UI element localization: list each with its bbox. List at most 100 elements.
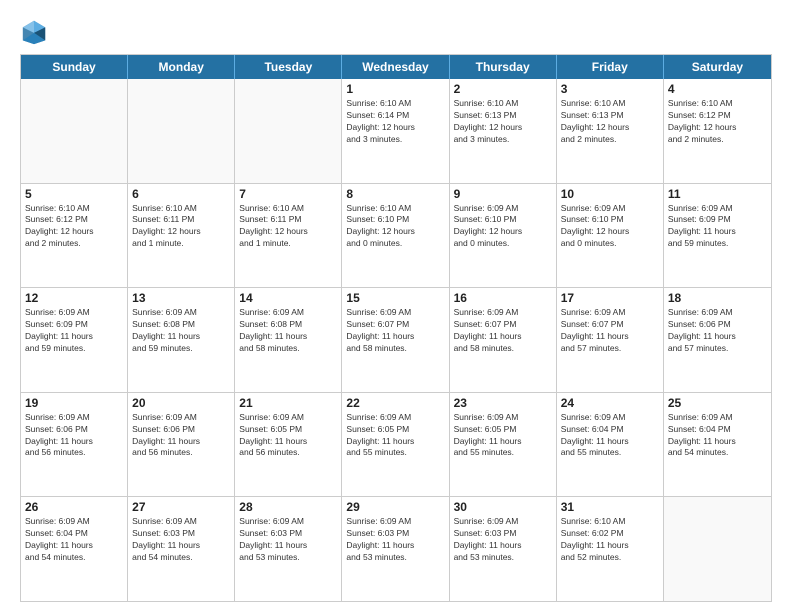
day-cell-21: 21Sunrise: 6:09 AM Sunset: 6:05 PM Dayli… [235, 393, 342, 497]
logo-icon [20, 18, 48, 46]
day-cell-19: 19 Sunrise: 6:09 AM Sunset: 6:06 PM Dayli… [21, 393, 128, 497]
weekday-header-friday: Friday [557, 55, 664, 79]
day-cell-16: 16 Sunrise: 6:09 AM Sunset: 6:07 PM Dayli… [450, 288, 557, 392]
day-number: 5 [25, 187, 123, 201]
day-number: 28 [239, 500, 337, 514]
day-cell-empty-0-2 [235, 79, 342, 183]
day-info: Sunrise: 6:09 AM Sunset: 6:05 PM Dayligh… [239, 412, 337, 460]
logo [20, 18, 52, 46]
day-cell-23: 23 Sunrise: 6:09 AM Sunset: 6:05 PM Dayli… [450, 393, 557, 497]
day-cell-29: 29 Sunrise: 6:09 AM Sunset: 6:03 PM Dayli… [342, 497, 449, 601]
week-row-4: 26 Sunrise: 6:09 AM Sunset: 6:04 PM Dayli… [21, 496, 771, 601]
day-number: 15 [346, 291, 444, 305]
weekday-header-tuesday: Tuesday [235, 55, 342, 79]
day-info: Sunrise: 6:09 AM Sunset: 6:06 PM Dayligh… [25, 412, 123, 460]
header [20, 18, 772, 46]
day-cell-17: 17 Sunrise: 6:09 AM Sunset: 6:07 PM Dayli… [557, 288, 664, 392]
day-info: Sunrise: 6:10 AM Sunset: 6:13 PM Dayligh… [454, 98, 552, 146]
day-info: Sunrise: 6:09 AM Sunset: 6:08 PM Dayligh… [132, 307, 230, 355]
day-number: 31 [561, 500, 659, 514]
day-number: 4 [668, 82, 767, 96]
week-row-2: 12 Sunrise: 6:09 AM Sunset: 6:09 PM Dayli… [21, 287, 771, 392]
weekday-header-wednesday: Wednesday [342, 55, 449, 79]
day-number: 25 [668, 396, 767, 410]
weekday-header-thursday: Thursday [450, 55, 557, 79]
day-info: Sunrise: 6:10 AM Sunset: 6:11 PM Dayligh… [239, 203, 337, 251]
day-cell-31: 31 Sunrise: 6:10 AM Sunset: 6:02 PM Dayli… [557, 497, 664, 601]
day-cell-4: 4 Sunrise: 6:10 AM Sunset: 6:12 PM Daylig… [664, 79, 771, 183]
day-number: 26 [25, 500, 123, 514]
day-info: Sunrise: 6:09 AM Sunset: 6:03 PM Dayligh… [239, 516, 337, 564]
weekday-header-monday: Monday [128, 55, 235, 79]
week-row-0: 1 Sunrise: 6:10 AM Sunset: 6:14 PM Daylig… [21, 79, 771, 183]
day-cell-11: 11 Sunrise: 6:09 AM Sunset: 6:09 PM Dayli… [664, 184, 771, 288]
day-number: 19 [25, 396, 123, 410]
day-info: Sunrise: 6:09 AM Sunset: 6:03 PM Dayligh… [132, 516, 230, 564]
day-info: Sunrise: 6:09 AM Sunset: 6:04 PM Dayligh… [668, 412, 767, 460]
calendar-body: 1 Sunrise: 6:10 AM Sunset: 6:14 PM Daylig… [21, 79, 771, 601]
day-number: 1 [346, 82, 444, 96]
day-info: Sunrise: 6:09 AM Sunset: 6:07 PM Dayligh… [561, 307, 659, 355]
day-cell-25: 25 Sunrise: 6:09 AM Sunset: 6:04 PM Dayli… [664, 393, 771, 497]
day-info: Sunrise: 6:10 AM Sunset: 6:02 PM Dayligh… [561, 516, 659, 564]
day-number: 11 [668, 187, 767, 201]
day-info: Sunrise: 6:09 AM Sunset: 6:06 PM Dayligh… [668, 307, 767, 355]
day-info: Sunrise: 6:09 AM Sunset: 6:09 PM Dayligh… [25, 307, 123, 355]
day-cell-5: 5 Sunrise: 6:10 AM Sunset: 6:12 PM Daylig… [21, 184, 128, 288]
day-info: Sunrise: 6:09 AM Sunset: 6:04 PM Dayligh… [561, 412, 659, 460]
day-cell-26: 26 Sunrise: 6:09 AM Sunset: 6:04 PM Dayli… [21, 497, 128, 601]
day-cell-1: 1 Sunrise: 6:10 AM Sunset: 6:14 PM Daylig… [342, 79, 449, 183]
day-cell-8: 8Sunrise: 6:10 AM Sunset: 6:10 PM Daylig… [342, 184, 449, 288]
day-info: Sunrise: 6:09 AM Sunset: 6:07 PM Dayligh… [454, 307, 552, 355]
calendar-header: SundayMondayTuesdayWednesdayThursdayFrid… [21, 55, 771, 79]
day-number: 13 [132, 291, 230, 305]
day-info: Sunrise: 6:09 AM Sunset: 6:03 PM Dayligh… [454, 516, 552, 564]
day-info: Sunrise: 6:09 AM Sunset: 6:05 PM Dayligh… [346, 412, 444, 460]
day-info: Sunrise: 6:09 AM Sunset: 6:03 PM Dayligh… [346, 516, 444, 564]
day-number: 27 [132, 500, 230, 514]
day-cell-18: 18 Sunrise: 6:09 AM Sunset: 6:06 PM Dayli… [664, 288, 771, 392]
day-number: 12 [25, 291, 123, 305]
day-cell-empty-0-0 [21, 79, 128, 183]
day-cell-6: 6 Sunrise: 6:10 AM Sunset: 6:11 PM Daylig… [128, 184, 235, 288]
day-number: 10 [561, 187, 659, 201]
day-cell-12: 12 Sunrise: 6:09 AM Sunset: 6:09 PM Dayli… [21, 288, 128, 392]
week-row-1: 5 Sunrise: 6:10 AM Sunset: 6:12 PM Daylig… [21, 183, 771, 288]
day-number: 14 [239, 291, 337, 305]
day-info: Sunrise: 6:10 AM Sunset: 6:12 PM Dayligh… [25, 203, 123, 251]
day-cell-empty-0-1 [128, 79, 235, 183]
day-info: Sunrise: 6:10 AM Sunset: 6:12 PM Dayligh… [668, 98, 767, 146]
day-number: 24 [561, 396, 659, 410]
day-cell-9: 9Sunrise: 6:09 AM Sunset: 6:10 PM Daylig… [450, 184, 557, 288]
day-info: Sunrise: 6:10 AM Sunset: 6:11 PM Dayligh… [132, 203, 230, 251]
day-cell-27: 27 Sunrise: 6:09 AM Sunset: 6:03 PM Dayli… [128, 497, 235, 601]
day-number: 3 [561, 82, 659, 96]
day-cell-7: 7 Sunrise: 6:10 AM Sunset: 6:11 PM Daylig… [235, 184, 342, 288]
day-info: Sunrise: 6:09 AM Sunset: 6:10 PM Dayligh… [454, 203, 552, 251]
day-info: Sunrise: 6:10 AM Sunset: 6:14 PM Dayligh… [346, 98, 444, 146]
day-info: Sunrise: 6:09 AM Sunset: 6:09 PM Dayligh… [668, 203, 767, 251]
page: SundayMondayTuesdayWednesdayThursdayFrid… [0, 0, 792, 612]
day-cell-14: 14Sunrise: 6:09 AM Sunset: 6:08 PM Dayli… [235, 288, 342, 392]
day-cell-22: 22 Sunrise: 6:09 AM Sunset: 6:05 PM Dayli… [342, 393, 449, 497]
day-number: 8 [346, 187, 444, 201]
day-cell-2: 2Sunrise: 6:10 AM Sunset: 6:13 PM Daylig… [450, 79, 557, 183]
day-cell-10: 10 Sunrise: 6:09 AM Sunset: 6:10 PM Dayli… [557, 184, 664, 288]
day-cell-13: 13 Sunrise: 6:09 AM Sunset: 6:08 PM Dayli… [128, 288, 235, 392]
day-info: Sunrise: 6:09 AM Sunset: 6:10 PM Dayligh… [561, 203, 659, 251]
day-number: 18 [668, 291, 767, 305]
day-cell-3: 3Sunrise: 6:10 AM Sunset: 6:13 PM Daylig… [557, 79, 664, 183]
day-number: 17 [561, 291, 659, 305]
day-number: 20 [132, 396, 230, 410]
day-info: Sunrise: 6:09 AM Sunset: 6:04 PM Dayligh… [25, 516, 123, 564]
calendar: SundayMondayTuesdayWednesdayThursdayFrid… [20, 54, 772, 602]
day-info: Sunrise: 6:09 AM Sunset: 6:05 PM Dayligh… [454, 412, 552, 460]
day-number: 23 [454, 396, 552, 410]
day-number: 22 [346, 396, 444, 410]
weekday-header-saturday: Saturday [664, 55, 771, 79]
day-number: 29 [346, 500, 444, 514]
day-info: Sunrise: 6:09 AM Sunset: 6:07 PM Dayligh… [346, 307, 444, 355]
day-number: 16 [454, 291, 552, 305]
day-number: 6 [132, 187, 230, 201]
day-number: 7 [239, 187, 337, 201]
